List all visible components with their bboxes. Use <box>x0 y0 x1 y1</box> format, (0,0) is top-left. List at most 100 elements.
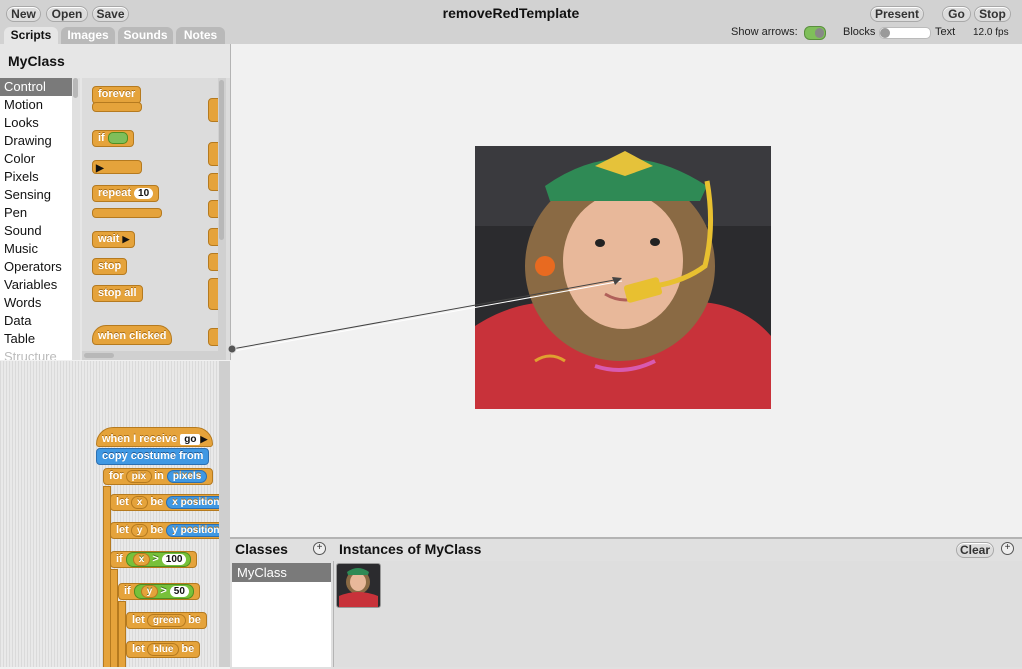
arrow-right-icon: ▶ <box>122 234 130 244</box>
be-label: be <box>150 496 164 508</box>
let-green-block[interactable]: let green be <box>126 612 207 629</box>
add-class-icon[interactable]: + <box>313 542 326 555</box>
if-y-block[interactable]: if y >50 <box>118 583 200 600</box>
tab-images[interactable]: Images <box>61 27 115 44</box>
let-label: let <box>116 524 129 536</box>
category-sensing[interactable]: Sensing <box>0 186 72 204</box>
if-x-block[interactable]: if x >100 <box>110 551 198 568</box>
stop-all-block[interactable]: stop all <box>92 285 143 302</box>
instances-pane[interactable] <box>333 561 1022 667</box>
text-label: Text <box>935 26 956 38</box>
category-pixels[interactable]: Pixels <box>0 168 72 186</box>
category-music[interactable]: Music <box>0 240 72 258</box>
add-instance-icon[interactable]: + <box>1001 542 1014 555</box>
blocks-label: Blocks <box>843 26 876 38</box>
blue-var[interactable]: blue <box>146 643 180 656</box>
message-arg[interactable]: go <box>180 434 201 445</box>
let-y-block[interactable]: let y be y position <box>110 522 230 539</box>
copy-costume-block[interactable]: copy costume from <box>96 448 210 465</box>
palette-hscroll-thumb[interactable] <box>84 353 114 358</box>
x-var[interactable]: x <box>130 496 149 509</box>
y-position-reporter[interactable]: y position <box>166 524 226 537</box>
category-color[interactable]: Color <box>0 150 72 168</box>
wait-block[interactable]: wait ▶ <box>92 231 136 248</box>
category-motion[interactable]: Motion <box>0 96 72 114</box>
tab-scripts[interactable]: Scripts <box>4 27 58 44</box>
sprite-photo[interactable] <box>475 146 771 409</box>
if-block[interactable]: if <box>92 130 134 147</box>
category-structure[interactable]: Structure <box>0 348 72 360</box>
category-scroll-thumb[interactable] <box>73 78 78 98</box>
category-control[interactable]: Control <box>0 78 72 96</box>
category-scrollbar[interactable] <box>72 78 80 360</box>
category-list[interactable]: Control Motion Looks Drawing Color Pixel… <box>0 78 72 360</box>
tab-sounds[interactable]: Sounds <box>118 27 173 44</box>
x-position-reporter[interactable]: x position <box>166 496 226 509</box>
value-100-arg[interactable]: 100 <box>161 554 187 565</box>
class-name-label: MyClass <box>8 53 65 69</box>
category-words[interactable]: Words <box>0 294 72 312</box>
let-blue-block[interactable]: let blue be <box>126 641 201 658</box>
palette-scroll-thumb[interactable] <box>219 80 224 240</box>
pixels-reporter[interactable]: pixels <box>166 470 208 483</box>
category-looks[interactable]: Looks <box>0 114 72 132</box>
gt-label: > <box>160 585 167 597</box>
stop-block[interactable]: stop <box>92 258 128 275</box>
greater-than-reporter[interactable]: y >50 <box>133 584 194 599</box>
category-variables[interactable]: Variables <box>0 276 72 294</box>
if-label: if <box>124 585 131 597</box>
wait-label: wait <box>98 233 120 245</box>
category-drawing[interactable]: Drawing <box>0 132 72 150</box>
be-label: be <box>188 614 201 626</box>
category-table[interactable]: Table <box>0 330 72 348</box>
project-title: removeRedTemplate <box>442 5 580 21</box>
block-palette: forever if ▶ repeat 10 wait ▶ stop stop a… <box>82 78 230 360</box>
repeat-block[interactable]: repeat 10 <box>92 185 160 202</box>
y-var[interactable]: y <box>140 585 159 598</box>
class-list[interactable]: MyClass <box>232 563 331 667</box>
value-50-arg[interactable]: 50 <box>169 586 189 597</box>
let-label: let <box>132 614 145 626</box>
y-var[interactable]: y <box>130 524 149 537</box>
if-label: if <box>98 132 105 144</box>
present-button[interactable]: Present <box>870 6 924 22</box>
stop-all-label: stop all <box>98 287 137 299</box>
script-editor[interactable]: when I receive go ▶ copy costume from for p… <box>0 361 230 667</box>
copy-label: copy costume from <box>102 450 204 462</box>
if-label: if <box>116 553 123 565</box>
pix-var[interactable]: pix <box>125 470 153 483</box>
instances-header: Instances of MyClass <box>339 541 482 557</box>
forever-block-foot <box>92 102 142 112</box>
classes-header: Classes <box>235 541 288 557</box>
green-var[interactable]: green <box>146 614 187 627</box>
let-x-block[interactable]: let x be x position <box>110 494 230 511</box>
show-arrows-toggle[interactable] <box>804 26 826 40</box>
go-button[interactable]: Go <box>942 6 971 22</box>
repeat-block-foot <box>92 208 162 218</box>
greater-than-reporter[interactable]: x >100 <box>125 552 192 567</box>
class-item-myclass[interactable]: MyClass <box>232 563 331 582</box>
clear-button[interactable]: Clear <box>956 542 994 558</box>
palette-hscrollbar[interactable] <box>82 351 218 360</box>
in-label: in <box>154 470 164 482</box>
script-scrollbar[interactable] <box>219 361 230 667</box>
when-i-receive-hat[interactable]: when I receive go ▶ <box>96 427 214 447</box>
boolean-slot[interactable] <box>107 132 128 145</box>
show-arrows-label: Show arrows: <box>731 26 798 38</box>
when-clicked-hat[interactable]: when clicked <box>92 325 173 345</box>
category-data[interactable]: Data <box>0 312 72 330</box>
blocks-text-slider[interactable] <box>879 27 931 39</box>
category-pen[interactable]: Pen <box>0 204 72 222</box>
category-sound[interactable]: Sound <box>0 222 72 240</box>
for-block[interactable]: for pix in pixels <box>103 468 214 485</box>
if-block-foot: ▶ <box>92 160 142 174</box>
palette-scrollbar[interactable] <box>218 78 226 360</box>
slider-handle[interactable] <box>880 28 890 38</box>
repeat-count-arg[interactable]: 10 <box>134 188 154 199</box>
stop-button[interactable]: Stop <box>974 6 1011 22</box>
category-operators[interactable]: Operators <box>0 258 72 276</box>
tab-notes[interactable]: Notes <box>176 27 225 44</box>
when-clicked-label: when clicked <box>98 330 167 342</box>
x-var[interactable]: x <box>132 553 151 566</box>
instance-thumbnail[interactable] <box>336 563 381 608</box>
